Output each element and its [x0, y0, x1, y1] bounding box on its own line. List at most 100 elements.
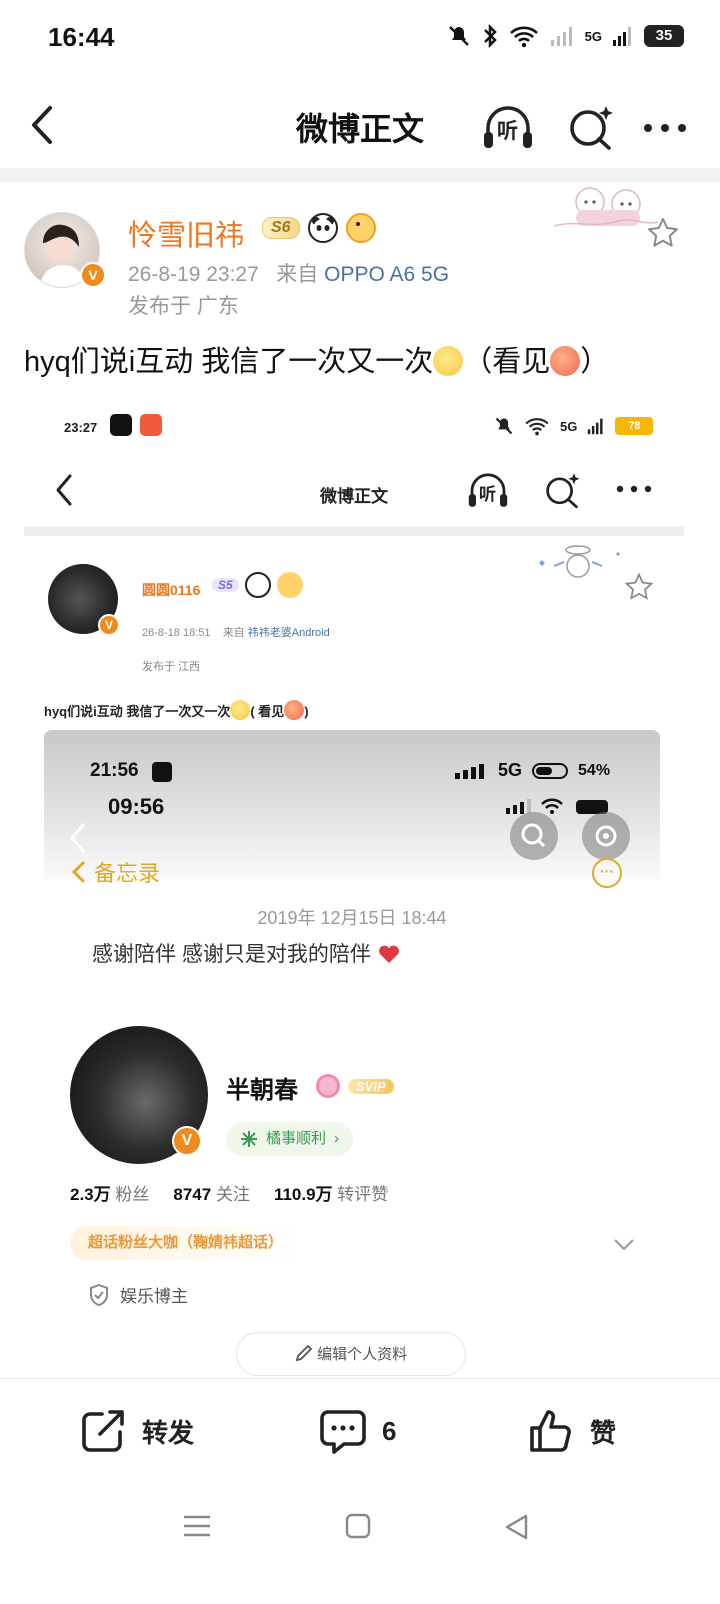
embedded-mute-icon: [495, 417, 513, 435]
comment-button[interactable]: 6: [318, 1406, 396, 1456]
memo-signal-dots-icon: [455, 763, 484, 779]
action-bar-divider: [0, 1378, 720, 1379]
pencil-icon: [295, 1344, 313, 1362]
memo-status-right-1: 5G 54%: [454, 760, 610, 781]
embedded-suffix-close: ): [304, 704, 309, 719]
embedded-angel-sticker-icon: [539, 545, 620, 578]
embedded-post-text: hyq们说i互动 我信了一次又一次 ( 看见): [44, 700, 309, 720]
more-icon[interactable]: [640, 108, 690, 148]
post-text: hyq们说i互动 我信了一次又一次 （看见 ）: [24, 338, 609, 380]
like-button[interactable]: 赞: [526, 1406, 616, 1456]
panda-icon: [307, 213, 338, 243]
memo-body-text: 感谢陪伴 感谢只是对我的陪伴: [92, 943, 371, 966]
peach-emoji-icon: [550, 346, 581, 376]
memo-settings-button: [582, 812, 630, 860]
embedded-suffix-open: ( 看见: [250, 704, 285, 719]
post-suffix-close: ）: [580, 346, 610, 378]
edit-profile-button: 编辑个人资料: [236, 1332, 466, 1376]
level-badge[interactable]: S6: [262, 217, 300, 239]
red-heart-icon: [378, 945, 399, 963]
embedded-search-icon: [546, 473, 580, 509]
signal-icon-2: [613, 27, 631, 46]
post-meta: 26-8-19 23:27 来自 OPPO A6 5G: [128, 258, 449, 288]
stat-following: 8747 关注: [173, 1185, 250, 1204]
stat-interactions: 110.9万 转评赞: [273, 1185, 389, 1204]
network-type: 5G: [584, 28, 602, 44]
tiktok-app-icon: [110, 414, 132, 436]
profile-pill-label: 橘事顺利: [266, 1130, 327, 1147]
memo-status-time-2: 09:56: [108, 794, 165, 819]
status-icons: 5G 35: [447, 24, 684, 48]
profile-status-pill: 橘事顺利 ›: [226, 1122, 354, 1156]
memo-body: 感谢陪伴 感谢只是对我的陪伴: [92, 938, 401, 968]
repost-label: 转发: [142, 1417, 195, 1448]
embedded-panda-icon: [244, 572, 271, 598]
embedded-battery: 78: [615, 417, 654, 435]
embedded-post-body: hyq们说i互动 我信了一次又一次: [44, 704, 231, 719]
sparkle-icon: [241, 1131, 257, 1147]
battery-indicator: 35: [644, 25, 684, 47]
comment-icon: [320, 1410, 366, 1454]
source-prefix: 来自: [276, 263, 319, 286]
listen-label: 听: [497, 120, 518, 143]
home-icon[interactable]: [344, 1512, 372, 1540]
like-label: 赞: [590, 1417, 617, 1448]
profile-name: 半朝春: [226, 1077, 298, 1104]
embedded-app-icons: [110, 414, 162, 436]
memo-back-label: 备忘录: [94, 861, 161, 886]
memo-gear-icon: [595, 825, 617, 847]
embedded-signal-icon: [588, 418, 603, 435]
stat-followers: 2.3万 粉丝: [70, 1185, 150, 1204]
memo-ghost-back-icon: [70, 823, 86, 853]
repost-button[interactable]: 转发: [78, 1406, 194, 1456]
memo-screenshot: 21:56 5G 54% 09:56 备忘录 ··· 2019年 12月15日 …: [44, 730, 660, 1380]
author-name[interactable]: 怜雪旧祎: [128, 212, 244, 254]
embedded-post-meta: 26-8-18 18:51 来自 祎祎老婆Android: [142, 624, 330, 640]
post-location: 发布于 广东: [128, 295, 239, 318]
embedded-peach-emoji-icon: [284, 700, 305, 720]
wifi-icon: [509, 26, 538, 48]
embedded-location: 发布于 江西: [142, 661, 201, 673]
mute-icon: [448, 26, 469, 46]
edit-profile-label: 编辑个人资料: [317, 1346, 408, 1363]
memo-back-nav: 备忘录: [70, 856, 160, 888]
system-back-icon[interactable]: [502, 1512, 532, 1542]
profile-icons: SVIP: [316, 1074, 394, 1098]
embedded-status-time: 23:27: [64, 420, 98, 435]
favorite-star-icon[interactable]: [646, 216, 680, 250]
profile-supertopic-tag: 超话粉丝大咖（鞠婧祎超话）: [70, 1226, 302, 1260]
memo-search-icon: [521, 823, 546, 848]
post-body: hyq们说i互动 我信了一次又一次: [24, 346, 434, 378]
shield-check-icon: [90, 1283, 108, 1306]
embedded-user-badges: S5: [212, 572, 303, 598]
embedded-pufferfish-icon: [276, 572, 303, 598]
memo-tiktok-icon: [152, 762, 172, 782]
source-device[interactable]: OPPO A6 5G: [324, 263, 449, 286]
embedded-smile-emoji-icon: [230, 700, 251, 720]
embedded-network: 5G: [560, 418, 578, 434]
embedded-author-name: 圆圆0116: [142, 582, 201, 598]
chevron-down-icon: [614, 1239, 634, 1251]
profile-category: 娱乐博主: [88, 1282, 188, 1307]
post-suffix-open: （看见: [463, 346, 551, 378]
memo-more-icon: ···: [592, 858, 622, 888]
pufferfish-icon: [345, 213, 376, 243]
attached-screenshot[interactable]: 23:27 5G 78 微博正文 听 V 圆圆0116 S5 26-8-18 1…: [24, 392, 684, 1382]
embedded-favorite-star-icon: [624, 572, 654, 600]
embedded-listen-button: 听: [464, 470, 512, 510]
embedded-page-title: 微博正文: [320, 487, 388, 506]
listen-button[interactable]: 听: [480, 102, 536, 152]
embedded-more-icon: [616, 485, 652, 493]
weibo-app-icon: [140, 414, 162, 436]
memo-battery-icon: [532, 762, 569, 779]
verified-badge-icon: V: [80, 262, 106, 288]
profile-stats: 2.3万 粉丝 8747 关注 110.9万 转评赞: [70, 1180, 388, 1205]
search-sparkle-icon[interactable]: [566, 102, 616, 152]
memo-network: 5G: [498, 760, 523, 780]
embedded-level-badge: S5: [212, 578, 239, 592]
recent-apps-icon[interactable]: [180, 1512, 214, 1540]
memo-search-button: [510, 812, 558, 860]
memo-date: 2019年 12月15日 18:44: [257, 908, 447, 928]
cat-bunny-sticker-icon: [553, 187, 659, 227]
thumbs-up-icon: [530, 1410, 571, 1452]
